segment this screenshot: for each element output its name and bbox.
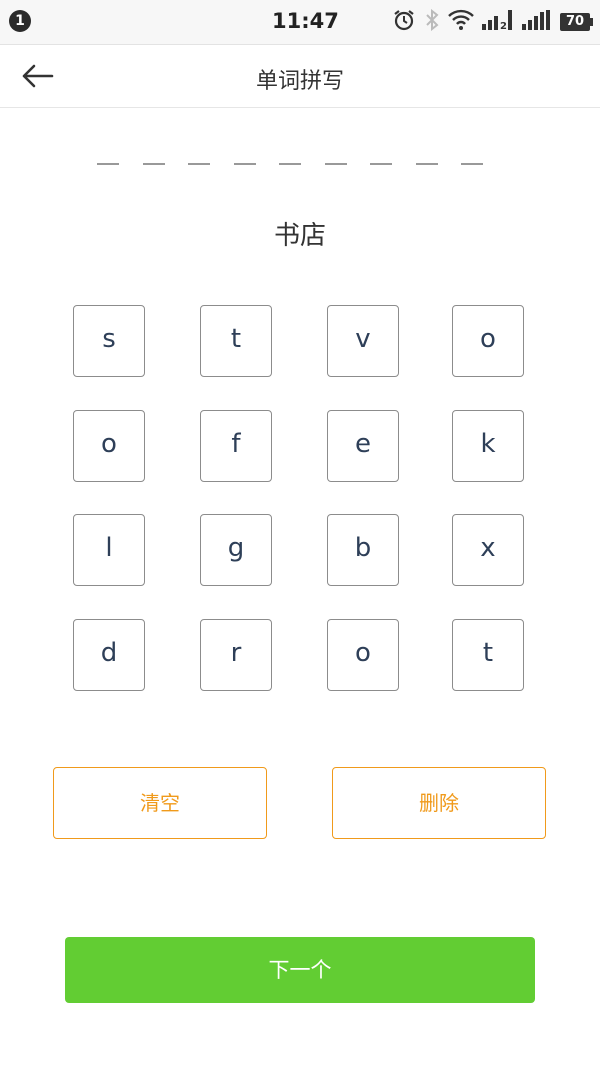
letter-key[interactable]: v xyxy=(327,305,399,377)
letter-key[interactable]: o xyxy=(452,305,524,377)
answer-slot xyxy=(415,163,438,165)
letter-key[interactable]: d xyxy=(73,619,145,691)
answer-slot xyxy=(461,163,483,165)
letter-key[interactable]: t xyxy=(452,619,524,691)
status-icons: 2 70 xyxy=(392,8,593,36)
letter-key[interactable]: f xyxy=(200,410,272,482)
letter-key[interactable]: t xyxy=(200,305,272,377)
answer-slots xyxy=(97,163,483,165)
hint-word: 书店 xyxy=(273,221,326,251)
delete-button[interactable]: 删除 xyxy=(332,767,546,839)
letter-grid: stvoofeklgbxdrot xyxy=(73,305,527,692)
answer-slot xyxy=(370,163,392,165)
answer-slot xyxy=(188,163,210,165)
signal-icon: 2 xyxy=(482,10,514,34)
title-bar: 单词拼写 xyxy=(0,45,600,108)
status-time: 11:47 xyxy=(272,9,339,33)
letter-key[interactable]: l xyxy=(73,514,145,586)
wifi-icon xyxy=(448,9,474,35)
answer-slot xyxy=(97,163,119,165)
page-title: 单词拼写 xyxy=(255,69,344,94)
letter-key[interactable]: o xyxy=(327,619,399,691)
letter-key[interactable]: o xyxy=(73,410,145,482)
answer-slot xyxy=(324,163,347,165)
letter-key[interactable]: b xyxy=(327,514,399,586)
next-button[interactable]: 下一个 xyxy=(65,937,535,1003)
letter-key[interactable]: x xyxy=(452,514,524,586)
sim2-label: 2 xyxy=(500,21,507,30)
clear-button[interactable]: 清空 xyxy=(53,767,267,839)
letter-key[interactable]: r xyxy=(200,619,272,691)
bluetooth-icon xyxy=(424,8,440,35)
letter-key[interactable]: g xyxy=(200,514,272,586)
answer-slot xyxy=(142,163,165,165)
letter-key[interactable]: s xyxy=(73,305,145,377)
status-bar: 1 11:47 2 70 xyxy=(0,0,600,45)
letter-key[interactable]: k xyxy=(452,410,524,482)
answer-slot xyxy=(233,163,256,165)
alarm-icon xyxy=(392,8,416,36)
answer-slot xyxy=(279,163,301,165)
signal-icon xyxy=(522,10,552,34)
notification-badge: 1 xyxy=(9,10,31,32)
letter-key[interactable]: e xyxy=(327,410,399,482)
battery-indicator: 70 xyxy=(560,13,593,31)
